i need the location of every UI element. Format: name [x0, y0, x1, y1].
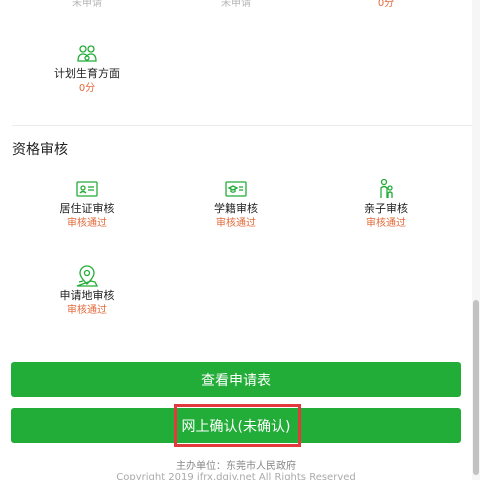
- item-status: 审核通过: [67, 305, 107, 316]
- scrollbar-track[interactable]: [472, 0, 480, 480]
- item-label: 计划生育方面: [54, 67, 120, 80]
- student-card-icon: [161, 178, 311, 200]
- location-pin-icon: [12, 265, 162, 287]
- item-status: 审核通过: [216, 218, 256, 229]
- family-icon: [12, 43, 162, 65]
- view-application-button[interactable]: 查看申请表: [11, 362, 461, 397]
- parent-child-icon: [311, 178, 461, 200]
- divider: [12, 125, 472, 126]
- parent-child-review-item[interactable]: 亲子审核 审核通过: [311, 178, 461, 230]
- application-location-review-item[interactable]: 申请地审核 审核通过: [12, 265, 162, 317]
- score-text: 0分: [377, 0, 395, 9]
- status-text: 未申请: [72, 0, 102, 9]
- item-label: 亲子审核: [364, 202, 408, 215]
- item-score: 0分: [78, 83, 96, 94]
- item-label: 学籍审核: [214, 202, 258, 215]
- online-confirm-button[interactable]: 网上确认(未确认): [11, 408, 461, 443]
- item-label: 居住证审核: [59, 202, 115, 215]
- footer-organizer: 主办单位：东莞市人民政府: [176, 461, 296, 472]
- item-status: 审核通过: [366, 218, 406, 229]
- item-label: 申请地审核: [59, 289, 115, 302]
- footer-copyright: Copyright 2019 jfrx.dgjy.net All Rights …: [116, 472, 356, 480]
- family-planning-item[interactable]: 计划生育方面 0分: [12, 43, 162, 95]
- scrollbar-thumb[interactable]: [473, 300, 479, 475]
- student-status-review-item[interactable]: 学籍审核 审核通过: [161, 178, 311, 230]
- section-title: 资格审核: [12, 142, 68, 158]
- residence-permit-review-item[interactable]: 居住证审核 审核通过: [12, 178, 162, 230]
- previous-section-status-row: 未申请 未申请 0分: [0, 0, 472, 12]
- id-card-icon: [12, 178, 162, 200]
- item-status: 审核通过: [67, 218, 107, 229]
- status-text: 未申请: [221, 0, 251, 9]
